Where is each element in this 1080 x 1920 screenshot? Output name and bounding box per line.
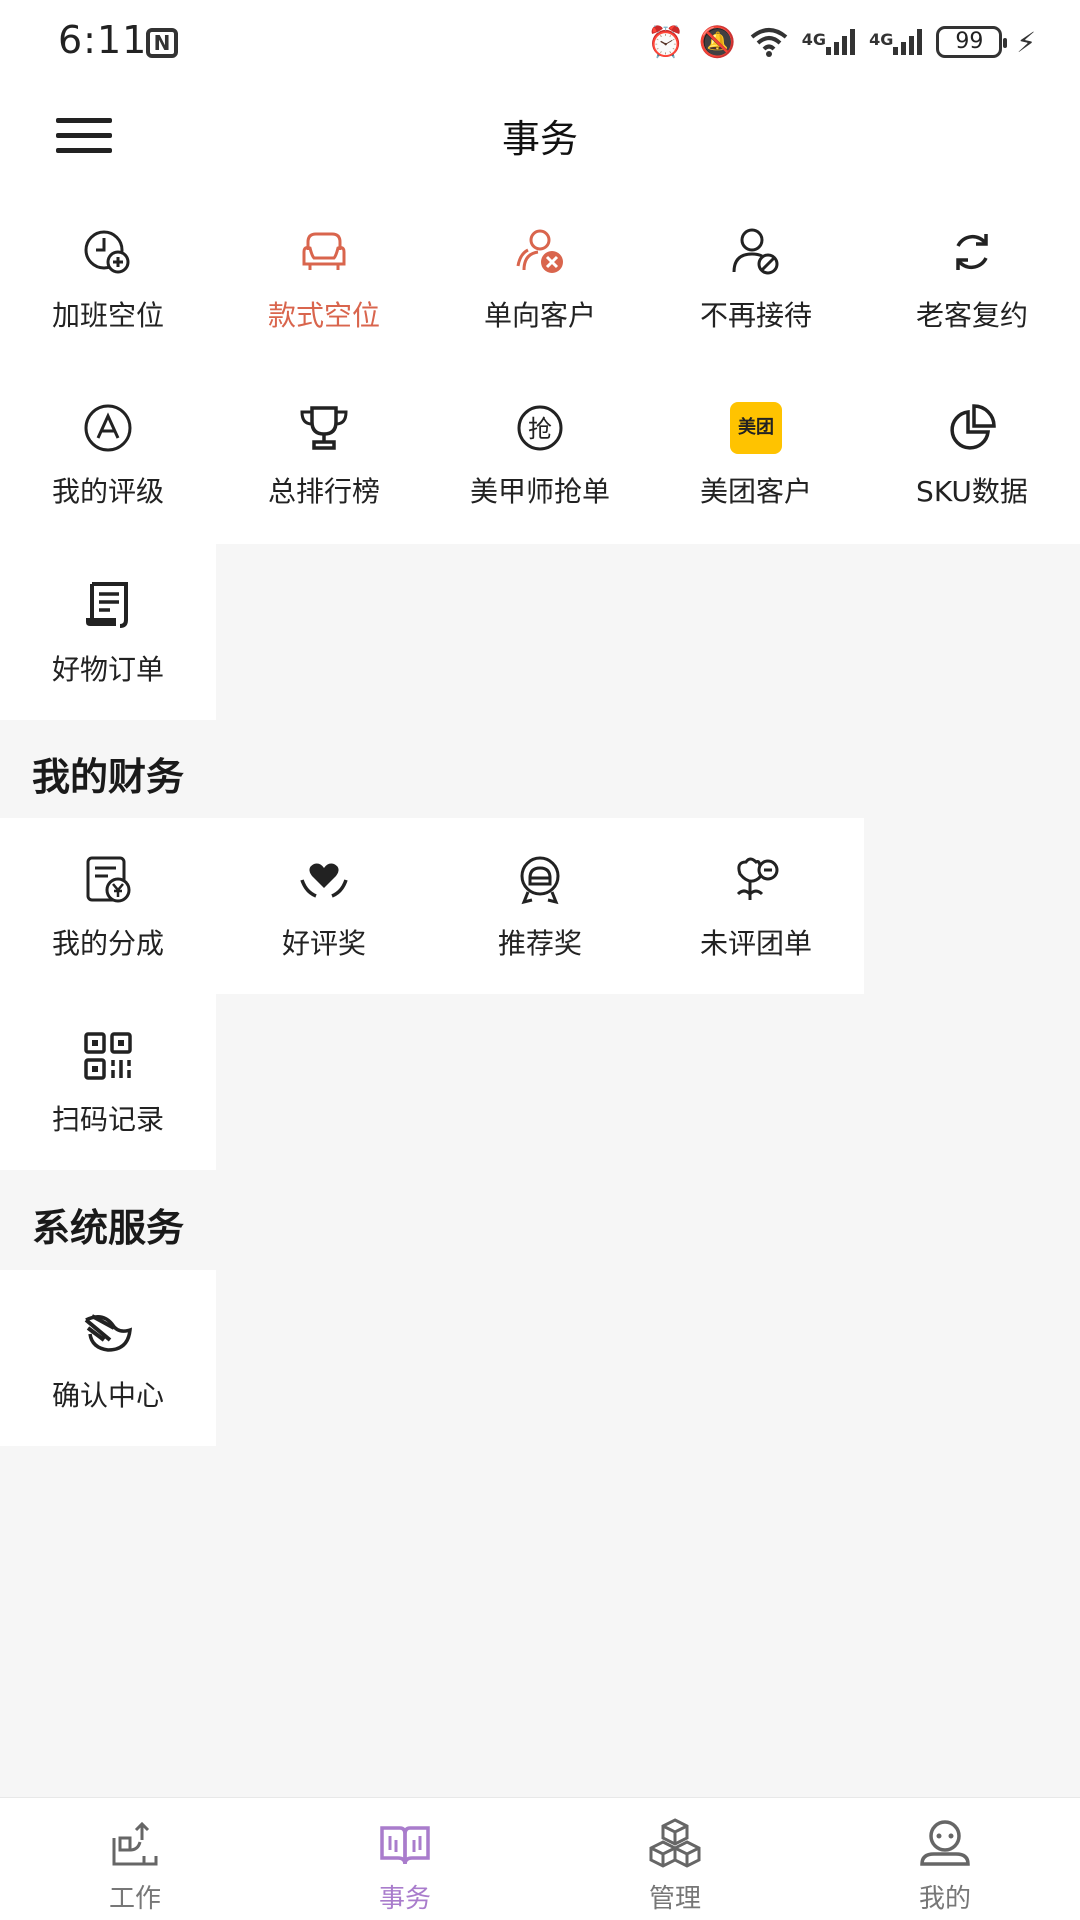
status-time: 6:11 bbox=[58, 18, 148, 62]
heart-hands-icon bbox=[300, 863, 348, 898]
page-title: 事务 bbox=[501, 117, 578, 161]
flower-minus-icon bbox=[736, 857, 779, 900]
grid-item-overtime-slots[interactable]: 加班空位 bbox=[0, 190, 216, 366]
grid-item-scan-records[interactable]: 扫码记录 bbox=[0, 994, 216, 1170]
status-bar: 6:11 N ⏰ 🔕 4G 4G 99 ⚡ bbox=[0, 0, 1080, 86]
grid-item-label: 美甲师抢单 bbox=[469, 475, 610, 508]
grid-item-returning-customers[interactable]: 老客复约 bbox=[864, 190, 1080, 366]
grab-order-icon-text: 抢 bbox=[528, 415, 552, 443]
grid-item-meituan-customers[interactable]: 美团 美团客户 bbox=[648, 366, 864, 542]
grid-item-unreviewed-group-orders[interactable]: 未评团单 bbox=[648, 818, 864, 994]
clock-plus-icon bbox=[84, 230, 130, 274]
profile-icon bbox=[920, 1820, 970, 1866]
network-type-1: 4G bbox=[801, 30, 827, 49]
charging-icon: ⚡ bbox=[1016, 25, 1036, 59]
nfc-icon: N bbox=[146, 28, 178, 58]
receipt-icon bbox=[86, 582, 128, 628]
signal-bars-icon bbox=[893, 29, 923, 55]
grid-item-label: SKU数据 bbox=[916, 475, 1028, 508]
grid-item-label: 款式空位 bbox=[267, 299, 380, 332]
grid-item-my-commission[interactable]: 我的分成 bbox=[0, 818, 216, 994]
grid-item-one-way-customers[interactable]: 单向客户 bbox=[432, 190, 648, 366]
tab-affairs[interactable]: 事务 bbox=[270, 1798, 540, 1920]
tab-label: 管理 bbox=[648, 1884, 701, 1914]
book-icon bbox=[380, 1826, 430, 1865]
cubes-icon bbox=[649, 1818, 701, 1868]
grid-item-style-slots[interactable]: 款式空位 bbox=[216, 190, 432, 366]
pie-chart-icon bbox=[950, 404, 996, 450]
grid-item-label: 美团客户 bbox=[699, 475, 812, 508]
signal-bars-icon bbox=[826, 29, 856, 55]
work-icon bbox=[112, 1821, 158, 1866]
grid-item-label: 老客复约 bbox=[915, 299, 1028, 332]
section-title-system: 系统服务 bbox=[32, 1206, 185, 1250]
tab-management[interactable]: 管理 bbox=[540, 1798, 810, 1920]
grid-item-label: 确认中心 bbox=[51, 1379, 164, 1412]
signal-2: 4G bbox=[869, 29, 923, 55]
grid-item-my-rating[interactable]: 我的评级 bbox=[0, 366, 216, 542]
grid-item-label: 扫码记录 bbox=[51, 1103, 164, 1136]
sofa-icon bbox=[302, 232, 346, 270]
grid-item-label: 单向客户 bbox=[483, 299, 596, 332]
signal-1: 4G bbox=[801, 29, 856, 55]
network-type-2: 4G bbox=[869, 30, 894, 49]
bell-off-icon: 🔕 bbox=[698, 24, 736, 60]
bottom-tab-bar: 工作 事务 管理 我的 bbox=[0, 1797, 1080, 1920]
battery-icon: 99 bbox=[936, 26, 1008, 58]
grid-item-no-reception[interactable]: 不再接待 bbox=[648, 190, 864, 366]
user-block-icon bbox=[732, 228, 779, 275]
grid-item-goods-orders[interactable]: 好物订单 bbox=[0, 544, 216, 720]
tab-label: 工作 bbox=[108, 1884, 161, 1914]
grade-a-icon bbox=[84, 404, 132, 452]
grid-item-label: 我的分成 bbox=[51, 927, 164, 960]
tab-mine[interactable]: 我的 bbox=[810, 1798, 1080, 1920]
tab-work[interactable]: 工作 bbox=[0, 1798, 270, 1920]
status-icons: ⏰ 🔕 4G 4G 99 ⚡ bbox=[647, 22, 1036, 62]
grid-item-label: 总排行榜 bbox=[267, 475, 380, 508]
grab-order-icon: 抢 bbox=[517, 405, 563, 451]
leaf-check-icon bbox=[84, 1314, 133, 1352]
grid-item-sku-data[interactable]: SKU数据 bbox=[864, 366, 1080, 542]
grid-item-leaderboard[interactable]: 总排行榜 bbox=[216, 366, 432, 542]
tab-label: 事务 bbox=[378, 1884, 431, 1914]
meituan-logo-icon: 美团 bbox=[730, 402, 782, 454]
refresh-icon bbox=[956, 234, 988, 270]
grid-item-label: 好评奖 bbox=[281, 927, 366, 960]
qr-code-icon bbox=[84, 1032, 132, 1080]
grid-item-referral-bonus[interactable]: 推荐奖 bbox=[432, 818, 648, 994]
grid-item-label: 不再接待 bbox=[699, 299, 812, 332]
grid-item-grab-orders[interactable]: 抢 美甲师抢单 bbox=[432, 366, 648, 542]
section-title-finance: 我的财务 bbox=[32, 755, 185, 799]
trophy-icon bbox=[300, 406, 348, 450]
bill-yuan-icon bbox=[86, 856, 131, 903]
meituan-logo-wrap: 美团 bbox=[730, 402, 782, 454]
grid-item-confirmation-center[interactable]: 确认中心 bbox=[0, 1270, 216, 1446]
wifi-icon bbox=[750, 28, 788, 57]
grid-item-label: 好物订单 bbox=[51, 653, 164, 686]
grid-item-label: 我的评级 bbox=[51, 475, 164, 508]
grid-item-label: 加班空位 bbox=[51, 299, 164, 332]
grid-item-label: 推荐奖 bbox=[497, 927, 582, 960]
grid-item-good-review-bonus[interactable]: 好评奖 bbox=[216, 818, 432, 994]
tab-label: 我的 bbox=[918, 1884, 971, 1914]
users-x-icon bbox=[516, 229, 563, 273]
alarm-icon: ⏰ bbox=[647, 24, 685, 60]
badge-icon bbox=[520, 856, 560, 905]
grid-item-label: 未评团单 bbox=[699, 927, 812, 960]
